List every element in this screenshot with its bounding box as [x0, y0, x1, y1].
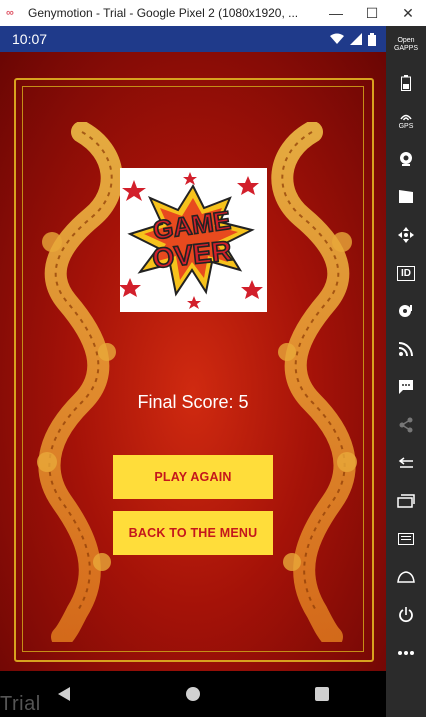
- back-icon: [398, 457, 413, 468]
- opengapps-icon: Open GAPPS: [393, 37, 419, 52]
- camera-icon: [400, 152, 412, 166]
- minimize-button[interactable]: —: [318, 0, 354, 26]
- gps-label: GPS: [398, 122, 414, 130]
- rss-icon: [399, 342, 413, 356]
- recents-tool-button[interactable]: [386, 482, 426, 520]
- back-to-menu-button[interactable]: BACK TO THE MENU: [113, 511, 273, 555]
- home-icon[interactable]: [185, 686, 201, 702]
- final-score-text: Final Score: 5: [137, 392, 249, 412]
- sms-icon: [399, 380, 413, 394]
- power-icon: [399, 607, 413, 623]
- battery-icon: [401, 75, 411, 91]
- camera-tool-button[interactable]: [386, 140, 426, 178]
- play-again-button[interactable]: PLAY AGAIN: [113, 455, 273, 499]
- android-navbar: [0, 671, 386, 717]
- more-icon: [398, 651, 414, 655]
- trial-watermark: Trial: [0, 693, 41, 715]
- share-tool-button[interactable]: [386, 406, 426, 444]
- window-titlebar: ∞ Genymotion - Trial - Google Pixel 2 (1…: [0, 0, 426, 27]
- recents-icon[interactable]: [314, 686, 330, 702]
- game-over-graphic: GAME OVER: [120, 168, 267, 312]
- media-icon: [399, 190, 413, 203]
- disk-tool-button[interactable]: [386, 292, 426, 330]
- back-tool-button[interactable]: [386, 444, 426, 482]
- sms-tool-button[interactable]: [386, 368, 426, 406]
- emulator-toolbar: Open GAPPS GPS ID: [386, 26, 426, 717]
- status-icons: [330, 32, 376, 46]
- device-screen: 10:07 GAME OVER Final Score: 5 PLAY AGAI…: [0, 26, 386, 717]
- opengapps-button[interactable]: Open GAPPS: [386, 26, 426, 64]
- home-tool-button[interactable]: [386, 558, 426, 596]
- gps-tool-button[interactable]: GPS: [386, 102, 426, 140]
- dragon-left-decoration: [37, 122, 123, 642]
- maximize-button[interactable]: ☐: [354, 0, 390, 26]
- dpad-icon: [398, 227, 414, 243]
- menu-tool-button[interactable]: [386, 520, 426, 558]
- media-tool-button[interactable]: [386, 178, 426, 216]
- dragon-right-decoration: [271, 122, 357, 642]
- disk-icon: [399, 305, 412, 317]
- dpad-tool-button[interactable]: [386, 216, 426, 254]
- game-over-screen: GAME OVER Final Score: 5 PLAY AGAIN BACK…: [0, 52, 386, 671]
- power-tool-button[interactable]: [386, 596, 426, 634]
- rss-tool-button[interactable]: [386, 330, 426, 368]
- more-tool-button[interactable]: [386, 634, 426, 672]
- status-time: 10:07: [12, 31, 48, 47]
- id-icon: ID: [397, 265, 415, 281]
- id-tool-button[interactable]: ID: [386, 254, 426, 292]
- gps-icon: [400, 114, 412, 120]
- recents-icon: [397, 494, 415, 508]
- window-title: Genymotion - Trial - Google Pixel 2 (108…: [28, 6, 299, 20]
- battery-icon: [368, 32, 376, 46]
- game-over-image: GAME OVER: [120, 168, 267, 312]
- signal-icon: [350, 33, 362, 45]
- home-icon: [397, 571, 415, 583]
- close-button[interactable]: ✕: [390, 0, 426, 26]
- wifi-icon: [330, 33, 344, 44]
- android-statusbar: 10:07: [0, 26, 386, 52]
- battery-tool-button[interactable]: [386, 64, 426, 102]
- share-icon: [399, 417, 413, 433]
- back-icon[interactable]: [56, 686, 72, 702]
- genymotion-logo-icon: ∞: [6, 7, 14, 19]
- menu-icon: [398, 533, 414, 545]
